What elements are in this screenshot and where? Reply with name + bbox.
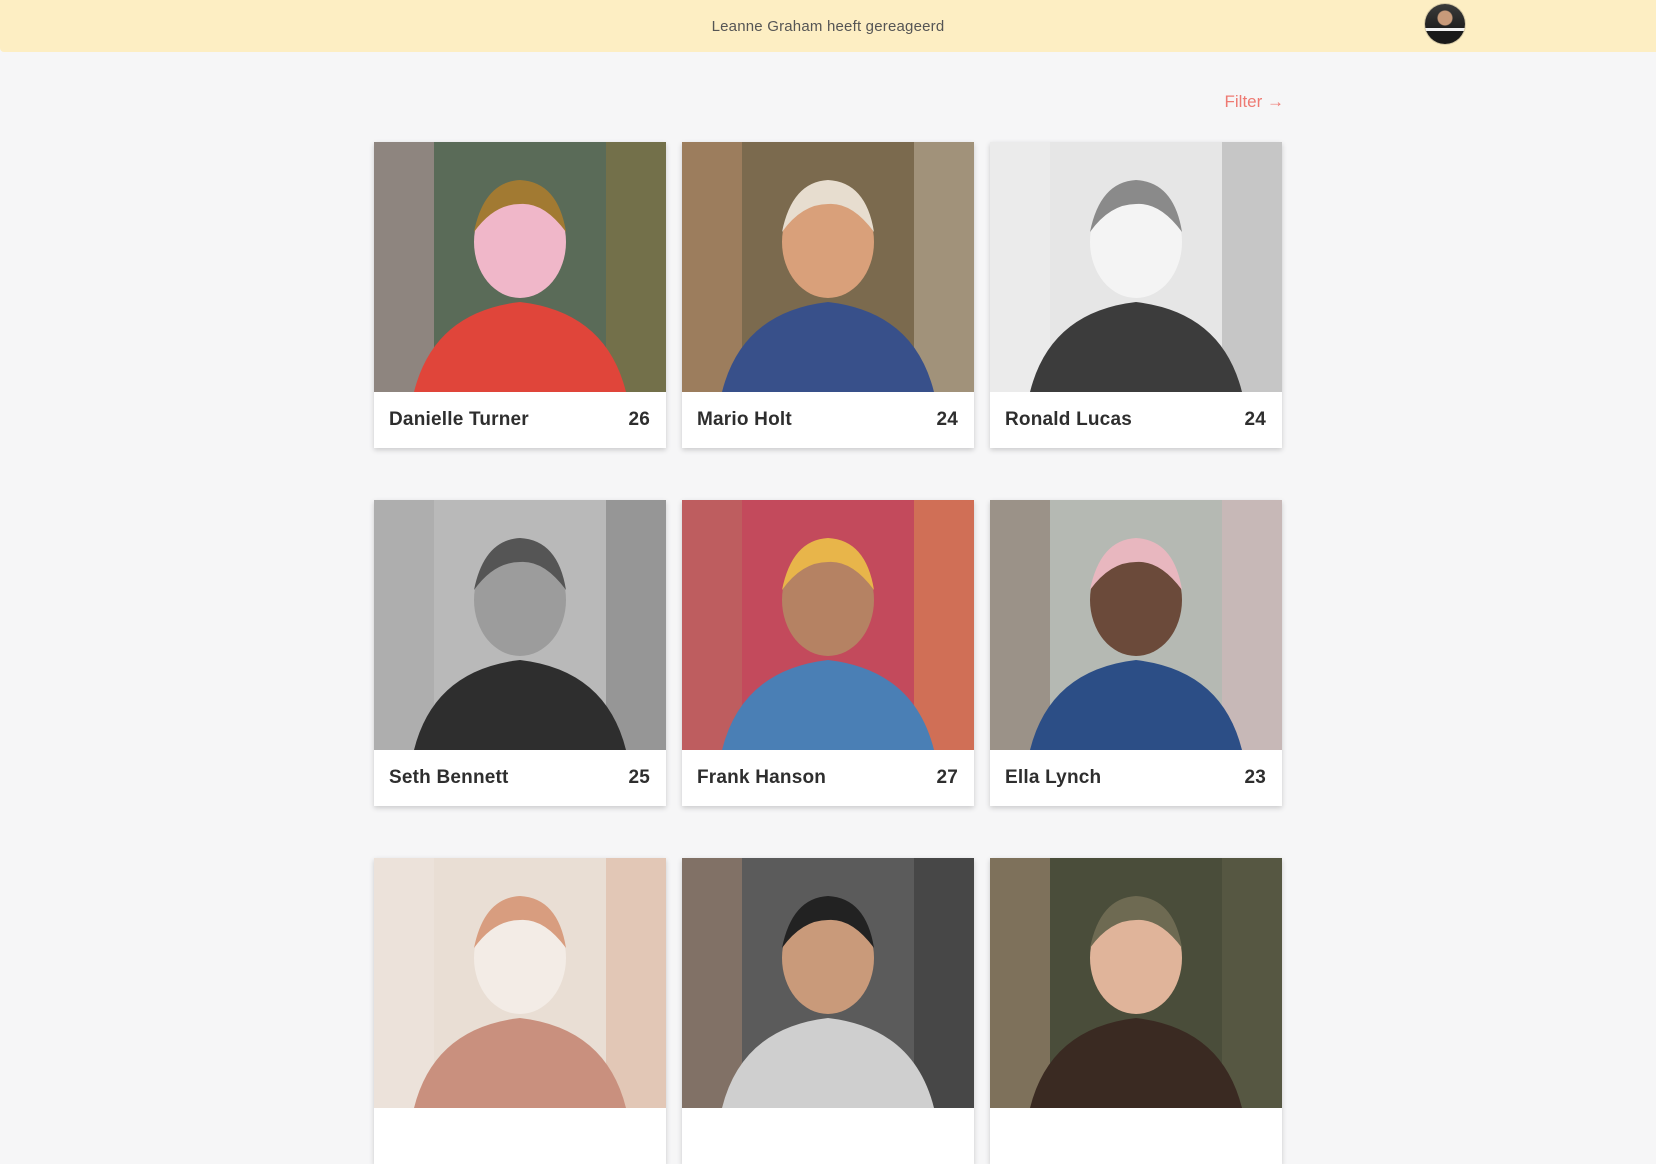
profile-grid: Danielle Turner 26 Mario Holt 24 Ronald Luca…	[374, 142, 1282, 1164]
profile-card[interactable]: Mario Holt 24	[682, 142, 974, 448]
notification-text: Leanne Graham heeft gereageerd	[711, 18, 945, 35]
user-avatar-icon[interactable]	[1425, 4, 1465, 44]
profile-age: 25	[628, 767, 650, 788]
profile-meta: Mario Holt 24	[682, 392, 974, 448]
profile-age: 27	[936, 767, 958, 788]
profile-photo	[682, 142, 974, 392]
profile-photo	[374, 500, 666, 750]
profile-photo	[990, 858, 1282, 1108]
profile-name: Seth Bennett	[389, 767, 509, 788]
profile-meta: Ella Lynch 23	[990, 750, 1282, 806]
profile-photo	[682, 500, 974, 750]
profile-name: Frank Hanson	[697, 767, 827, 788]
profile-card[interactable]	[374, 858, 666, 1164]
notification-bar[interactable]: Leanne Graham heeft gereageerd	[0, 0, 1656, 52]
profile-card[interactable]: Ella Lynch 23	[990, 500, 1282, 806]
profile-name: Ronald Lucas	[1005, 409, 1132, 430]
profile-card[interactable]	[682, 858, 974, 1164]
profile-age: 24	[1244, 409, 1266, 430]
profile-name: Danielle Turner	[389, 409, 529, 430]
profile-meta: Frank Hanson 27	[682, 750, 974, 806]
profile-age: 23	[1244, 767, 1266, 788]
profile-photo	[990, 500, 1282, 750]
profile-photo	[990, 142, 1282, 392]
profile-meta: Danielle Turner 26	[374, 392, 666, 448]
profile-age: 24	[936, 409, 958, 430]
profile-photo	[682, 858, 974, 1108]
profile-card[interactable]: Frank Hanson 27	[682, 500, 974, 806]
profile-card[interactable]: Ronald Lucas 24	[990, 142, 1282, 448]
profile-meta: Ronald Lucas 24	[990, 392, 1282, 448]
profile-meta: Seth Bennett 25	[374, 750, 666, 806]
filter-link[interactable]: Filter →	[1224, 92, 1285, 112]
profile-card[interactable]: Seth Bennett 25	[374, 500, 666, 806]
profile-name: Mario Holt	[697, 409, 792, 430]
profile-photo	[374, 858, 666, 1108]
profile-card[interactable]: Danielle Turner 26	[374, 142, 666, 448]
profile-age: 26	[628, 409, 650, 430]
profile-card[interactable]	[990, 858, 1282, 1164]
profile-name: Ella Lynch	[1005, 767, 1102, 788]
profile-photo	[374, 142, 666, 392]
